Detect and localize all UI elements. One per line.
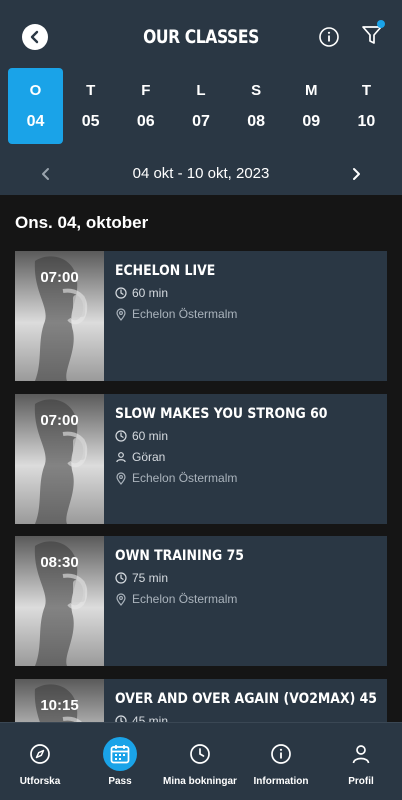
class-time: 07:00 [40, 412, 79, 429]
date-range: 04 okt - 10 okt, 2023 [132, 165, 270, 182]
tab-utforska[interactable]: Utforska [0, 723, 80, 800]
day-selector: O 04 T 05 F 06 L 07 S 08 M 09 T 10 [8, 68, 394, 144]
day-number: 09 [302, 113, 321, 130]
info-button[interactable] [318, 26, 340, 48]
bottom-tab-bar: Utforska Pass Mina bokningar Information Pro… [0, 722, 402, 800]
calendar-icon [103, 737, 137, 771]
date-heading: Ons. 04, oktober [15, 213, 149, 232]
class-instructor: Göran [115, 450, 379, 464]
day-letter: O [29, 82, 42, 99]
day-number: 05 [81, 113, 100, 130]
clock-icon [183, 737, 217, 771]
class-time: 07:00 [40, 269, 79, 286]
day-item[interactable]: O 04 [8, 68, 63, 144]
day-number: 10 [357, 113, 376, 130]
class-details: OWN TRAINING 75 75 min Echelon Östermalm [115, 548, 379, 606]
info-icon [319, 27, 339, 47]
clock-icon [115, 430, 132, 442]
tab-label: Mina bokningar [163, 776, 237, 787]
class-duration: 60 min [115, 429, 379, 443]
day-item[interactable]: T 05 [63, 68, 118, 144]
day-number: 06 [136, 113, 155, 130]
day-number: 04 [26, 113, 45, 130]
day-number: 08 [247, 113, 266, 130]
class-duration-text: 75 min [132, 571, 169, 585]
top-bar: OUR CLASSES [0, 18, 402, 58]
header: OUR CLASSES O 04 T 05 F 06 L 07 S 08 M 09 T 10 04 okt… [0, 0, 402, 195]
filter-button[interactable] [360, 20, 385, 48]
class-card[interactable]: 08:30 OWN TRAINING 75 75 min Echelon Österm… [15, 536, 387, 666]
filter-badge [377, 20, 385, 28]
class-location: Echelon Östermalm [115, 307, 379, 321]
tab-information[interactable]: Information [241, 723, 321, 800]
class-duration: 75 min [115, 571, 379, 585]
chevron-right-icon [353, 168, 360, 180]
location-pin-icon [115, 592, 132, 606]
class-card[interactable]: 07:00 SLOW MAKES YOU STRONG 60 60 min Göran… [15, 394, 387, 524]
day-letter: F [141, 82, 151, 99]
person-icon [115, 451, 132, 463]
class-duration-text: 60 min [132, 429, 169, 443]
class-duration-text: 60 min [132, 286, 169, 300]
clock-icon [115, 287, 132, 299]
class-location: Echelon Östermalm [115, 471, 379, 485]
class-title: SLOW MAKES YOU STRONG 60 [115, 406, 328, 422]
info-icon [264, 737, 298, 771]
tab-label: Profil [348, 776, 374, 787]
location-pin-icon [115, 307, 132, 321]
tab-label: Pass [108, 776, 132, 787]
class-instructor-text: Göran [132, 450, 166, 464]
tab-mina-bokningar[interactable]: Mina bokningar [160, 723, 240, 800]
class-location-text: Echelon Östermalm [132, 307, 238, 321]
tab-label: Utforska [19, 776, 61, 787]
class-details: ECHELON LIVE 60 min Echelon Östermalm [115, 263, 379, 321]
day-letter: T [86, 82, 96, 99]
class-title: OVER AND OVER AGAIN (VO2MAX) 45 [115, 691, 377, 707]
class-title: ECHELON LIVE [115, 263, 216, 279]
page-title: OUR CLASSES [143, 26, 259, 48]
clock-icon [115, 572, 132, 584]
tab-pass[interactable]: Pass [80, 723, 160, 800]
day-item[interactable]: M 09 [284, 68, 339, 144]
class-image: 07:00 [15, 251, 104, 381]
compass-icon [23, 737, 57, 771]
next-week-button[interactable] [346, 164, 366, 184]
class-location-text: Echelon Östermalm [132, 592, 238, 606]
day-item[interactable]: L 07 [173, 68, 228, 144]
day-letter: S [251, 82, 262, 99]
class-title: OWN TRAINING 75 [115, 548, 244, 564]
day-letter: M [305, 82, 318, 99]
class-card[interactable]: 07:00 ECHELON LIVE 60 min Echelon Östermalm [15, 251, 387, 381]
class-image: 08:30 [15, 536, 104, 666]
day-number: 07 [192, 113, 210, 130]
class-image: 07:00 [15, 394, 104, 524]
class-location-text: Echelon Östermalm [132, 471, 238, 485]
day-item[interactable]: F 06 [118, 68, 173, 144]
user-icon [344, 737, 378, 771]
location-pin-icon [115, 471, 132, 485]
day-letter: L [196, 82, 206, 99]
day-item[interactable]: S 08 [229, 68, 284, 144]
day-item[interactable]: T 10 [339, 68, 394, 144]
tab-profil[interactable]: Profil [321, 723, 401, 800]
date-range-row: 04 okt - 10 okt, 2023 [0, 158, 402, 190]
day-letter: T [361, 82, 372, 99]
tab-label: Information [253, 776, 309, 787]
class-time: 10:15 [40, 697, 79, 714]
class-time: 08:30 [40, 554, 79, 571]
class-location: Echelon Östermalm [115, 592, 379, 606]
class-details: SLOW MAKES YOU STRONG 60 60 min Göran Echel… [115, 406, 379, 485]
class-duration: 60 min [115, 286, 379, 300]
